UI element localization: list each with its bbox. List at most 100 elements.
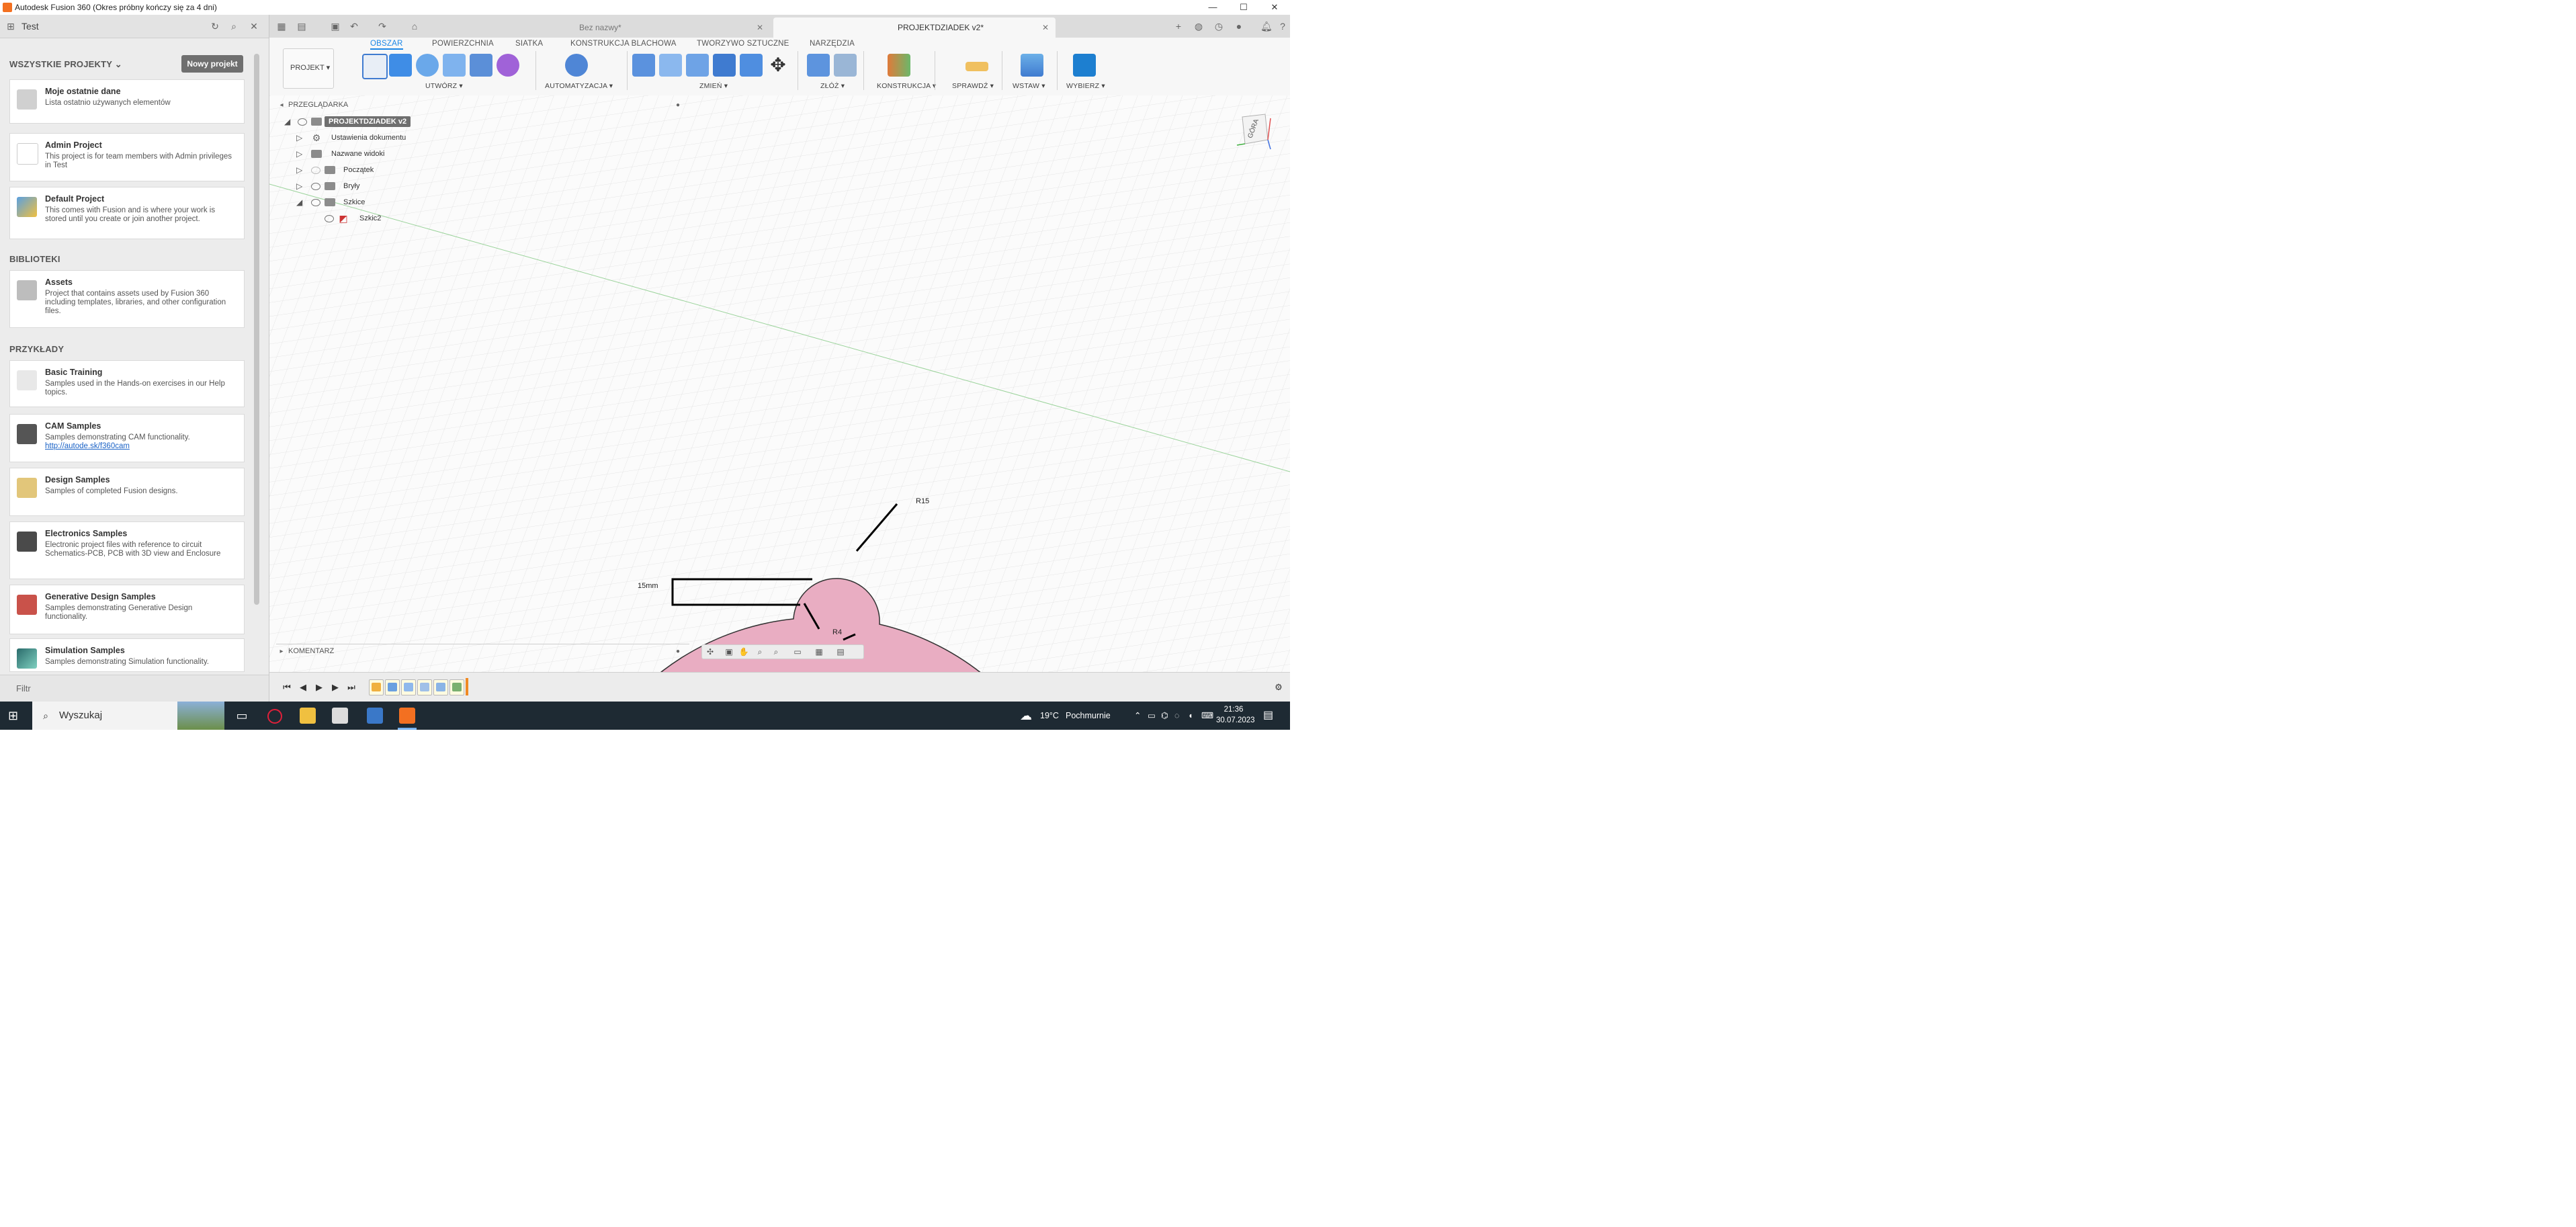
fillet-icon[interactable] [659, 54, 682, 77]
close-button[interactable]: ✕ [1259, 0, 1290, 15]
extrude-icon[interactable] [389, 54, 412, 77]
automate-icon[interactable] [565, 54, 588, 77]
insert-image-icon[interactable] [1021, 54, 1043, 77]
joint-icon[interactable] [834, 54, 857, 77]
display-settings-icon[interactable]: ▭ [791, 646, 804, 658]
group-automatyzacja[interactable]: AUTOMATYZACJA ▾ [545, 82, 613, 90]
fusion-taskbar-icon[interactable] [399, 708, 415, 724]
file-icon[interactable]: ▤ [296, 21, 307, 32]
new-component-icon[interactable] [807, 54, 830, 77]
close-tab-icon[interactable]: ✕ [757, 17, 763, 38]
timeline-marker[interactable] [466, 678, 468, 695]
zoom-icon[interactable]: ⌕ [753, 646, 767, 658]
save-icon[interactable]: ▣ [330, 21, 341, 32]
timeline-feature[interactable] [433, 679, 448, 695]
taskbar-search[interactable]: ⌕ Wyszukaj [32, 702, 224, 730]
mail-icon[interactable] [367, 708, 383, 724]
group-utworz[interactable]: UTWÓRZ ▾ [425, 82, 463, 90]
home-icon[interactable]: ⌂ [409, 21, 420, 32]
group-zloz[interactable]: ZŁÓŻ ▾ [820, 82, 845, 90]
sample-card[interactable]: CAM Samples Samples demonstrating CAM fu… [9, 414, 245, 462]
weather-cloud-icon[interactable]: ☁ [1020, 702, 1032, 730]
select-icon[interactable] [1073, 54, 1096, 77]
tree-item[interactable]: ▷ ⚙ Ustawienia dokumentu [276, 130, 478, 145]
timeline-feature[interactable] [369, 679, 384, 695]
search-icon[interactable]: ⌕ [228, 21, 239, 32]
library-card[interactable]: Assets Project that contains assets used… [9, 270, 245, 328]
sample-card[interactable]: Generative Design Samples Samples demons… [9, 585, 245, 634]
expand-arrow-icon[interactable]: ▷ [296, 179, 302, 194]
show-hidden-icons-icon[interactable]: ⌃ [1134, 702, 1141, 730]
expand-icon[interactable]: ▸ [276, 646, 287, 657]
job-status-icon[interactable]: ◷ [1213, 21, 1224, 32]
notifications-icon[interactable]: ● [1234, 21, 1244, 32]
opera-icon[interactable] [267, 709, 282, 724]
volume-icon[interactable]: ◖ [1188, 702, 1193, 730]
press-pull-icon[interactable] [632, 54, 655, 77]
browser-header[interactable]: ◂ PRZEGLĄDARKA ● [276, 98, 689, 113]
sample-card[interactable]: Design Samples Samples of completed Fusi… [9, 468, 245, 516]
tree-item[interactable]: ◩ Szkic2 [276, 211, 478, 226]
expand-arrow-icon[interactable]: ◢ [284, 114, 290, 129]
step-forward-icon[interactable]: ▶ [329, 681, 342, 694]
dimension-15mm[interactable]: 15mm [638, 582, 658, 590]
timeline-feature[interactable] [449, 679, 464, 695]
group-zmien[interactable]: ZMIEŃ ▾ [699, 82, 728, 90]
construct-plane-icon[interactable] [888, 54, 910, 77]
store-icon[interactable] [332, 708, 348, 724]
help-icon[interactable]: ? [1277, 21, 1288, 32]
document-tab[interactable]: Bez nazwy* ✕ [555, 17, 770, 38]
language-icon[interactable]: ⌨ [1201, 702, 1213, 730]
tree-item[interactable]: ▷ Bryły [276, 179, 478, 194]
comments-bar[interactable]: ▸ KOMENTARZ ● [276, 644, 689, 659]
timeline-settings-icon[interactable]: ⚙ [1272, 681, 1285, 694]
pin-icon[interactable]: ● [673, 646, 683, 657]
extensions-icon[interactable]: ◍ [1193, 21, 1204, 32]
timeline-feature[interactable] [385, 679, 400, 695]
project-card[interactable]: Admin Project This project is for team m… [9, 133, 245, 181]
bell-icon[interactable]: 🔔︎ [1260, 21, 1273, 32]
team-name[interactable]: Test [22, 21, 39, 32]
collapse-arrow-icon[interactable]: ◢ [296, 195, 302, 210]
go-to-start-icon[interactable]: ⏮ [280, 681, 294, 694]
expand-arrow-icon[interactable]: ▷ [296, 130, 302, 145]
pan-hand-icon[interactable]: ✋ [737, 646, 750, 658]
new-tab-icon[interactable]: + [1173, 21, 1184, 32]
weather-desc[interactable]: Pochmurnie [1066, 702, 1111, 730]
shell-icon[interactable] [713, 54, 736, 77]
3d-viewport[interactable]: R15 R4 15mm ◂ PRZEGLĄDARKA ● ◢ PROJEKTDZ… [269, 95, 1290, 702]
form-icon[interactable] [497, 54, 519, 77]
visibility-eye-icon[interactable] [311, 167, 320, 174]
pin-icon[interactable]: ● [673, 100, 683, 111]
create-sketch-icon[interactable] [362, 54, 388, 79]
dimension-r15[interactable]: R15 [916, 497, 929, 505]
close-panel-icon[interactable]: ✕ [249, 21, 259, 32]
step-back-icon[interactable]: ◀ [296, 681, 310, 694]
viewports-icon[interactable]: ▤ [834, 646, 847, 658]
tab-narzedzia[interactable]: NARZĘDZIA [810, 40, 855, 48]
windows-start-icon[interactable]: ⊞ [8, 709, 22, 722]
tab-konstrukcja-blachowa[interactable]: KONSTRUKCJA BLACHOWA [570, 40, 677, 48]
chamfer-icon[interactable] [686, 54, 709, 77]
group-konstrukcja[interactable]: KONSTRUKCJA ▾ [877, 82, 936, 90]
group-sprawdz[interactable]: SPRAWDŹ ▾ [952, 82, 994, 90]
notification-center-icon[interactable]: ▤ [1263, 702, 1273, 730]
revolve-icon[interactable] [416, 54, 439, 77]
visibility-eye-icon[interactable] [311, 199, 320, 206]
sample-card[interactable]: Simulation Samples Samples demonstrating… [9, 638, 245, 672]
refresh-icon[interactable]: ↻ [210, 21, 220, 32]
look-at-icon[interactable]: ▣ [722, 646, 736, 658]
tab-powierzchnia[interactable]: POWIERZCHNIA [432, 40, 494, 48]
tree-item[interactable]: ▷ Początek [276, 163, 478, 177]
measure-icon[interactable] [965, 62, 988, 71]
play-icon[interactable]: ▶ [312, 681, 326, 694]
all-projects-header[interactable]: WSZYSTKIE PROJEKTY ⌄ [9, 59, 122, 70]
combine-icon[interactable] [740, 54, 763, 77]
battery-icon[interactable]: ▭ [1148, 702, 1156, 730]
tree-item[interactable]: ▷ Nazwane widoki [276, 146, 478, 161]
group-wstaw[interactable]: WSTAW ▾ [1013, 82, 1045, 90]
tree-item[interactable]: ◢ Szkice [276, 195, 478, 210]
timeline-feature[interactable] [417, 679, 432, 695]
sample-card[interactable]: Electronics Samples Electronic project f… [9, 521, 245, 579]
minimize-button[interactable]: — [1197, 0, 1228, 15]
